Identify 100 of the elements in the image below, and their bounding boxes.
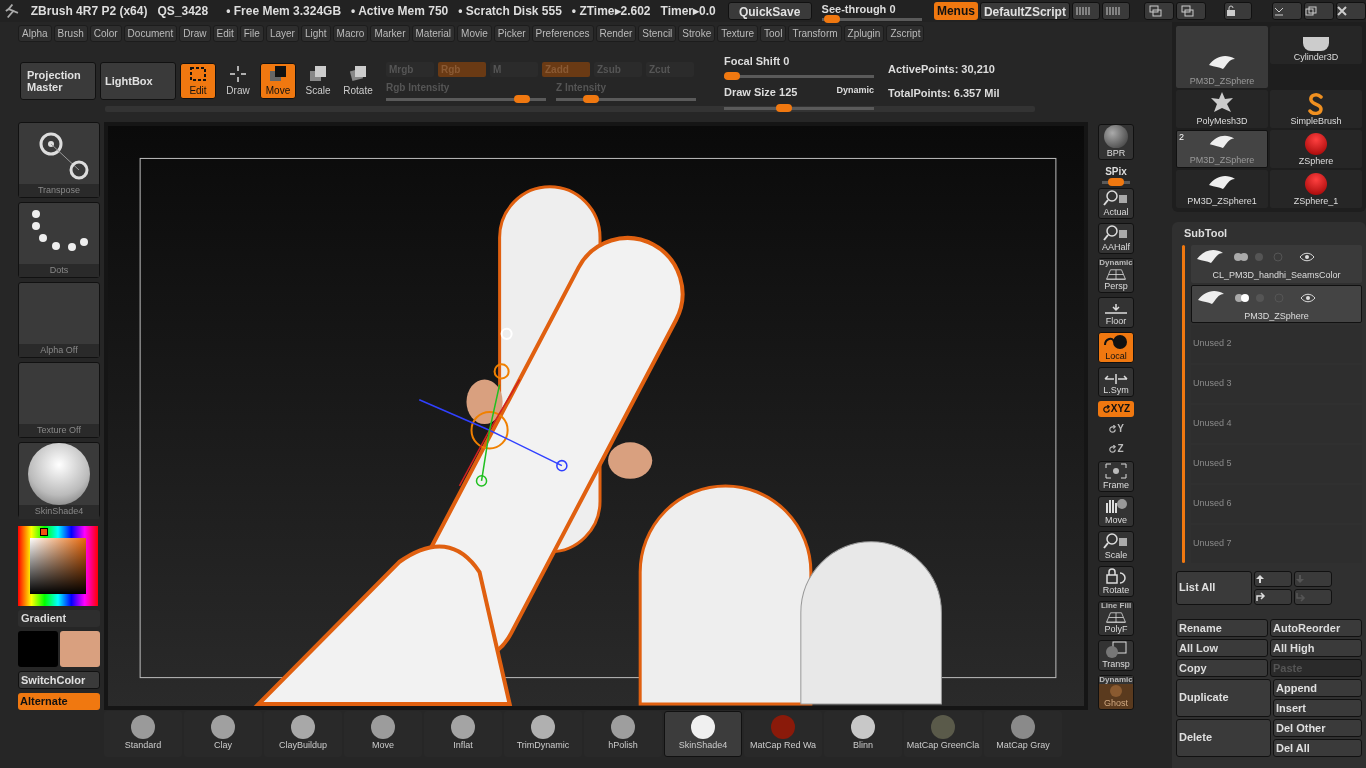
brush-tile[interactable]: SkinShade4 [18,442,100,518]
close-icon[interactable] [1336,2,1366,20]
insert-button[interactable]: Insert [1273,698,1362,717]
delete-button[interactable]: Delete [1176,718,1271,757]
subtool-button[interactable]: Copy [1176,658,1268,677]
shelf-button[interactable]: Transp [1098,640,1134,671]
brush-tile[interactable]: Alpha Off [18,282,100,358]
main-color-swatch[interactable] [18,630,58,667]
menu-item[interactable]: Edit [212,24,238,42]
del-other-button[interactable]: Del Other [1273,718,1362,737]
mode-button[interactable]: Move [260,63,296,99]
tool-thumbnail[interactable]: SimpleBrush [1270,90,1362,128]
subtool-button[interactable]: AutoReorder [1270,618,1362,637]
append-button[interactable]: Append [1273,678,1362,697]
menu-item[interactable]: Brush [53,24,88,42]
alternate-button[interactable]: Alternate [18,693,100,710]
tool-thumbnail[interactable]: PM3D_ZSphere1 [1176,170,1268,208]
eye-icon[interactable] [1299,251,1315,262]
restore-icon[interactable] [1304,2,1334,20]
subtool-button[interactable]: All Low [1176,638,1268,657]
secondary-color-swatch[interactable] [60,630,100,667]
shelf-button[interactable]: L.Sym [1098,366,1134,397]
menu-item[interactable]: Color [89,24,122,42]
mode-button[interactable]: Scale [300,63,336,99]
shelf-button[interactable]: Scale [1098,531,1134,562]
axis-toggle[interactable]: Z [1106,441,1126,457]
axis-toggle[interactable]: XYZ [1098,401,1134,417]
mode-button[interactable]: Draw [220,63,256,99]
lock-icon[interactable] [1223,2,1252,20]
menu-item[interactable]: Stroke [678,24,716,42]
del-all-button[interactable]: Del All [1273,738,1362,757]
shelf-button[interactable]: Actual [1098,188,1134,219]
menu-item[interactable]: Texture [717,24,759,42]
slider-thumb[interactable] [583,94,599,103]
switch-color-button[interactable]: SwitchColor [18,670,100,689]
shelf-button[interactable]: BPR [1098,124,1134,160]
brush-tile[interactable]: Transpose [18,122,100,198]
shelf-button[interactable]: Local [1098,331,1134,363]
shelf-button[interactable]: Dynamic Ghost [1098,675,1134,710]
layout-icon[interactable] [1143,2,1174,20]
tool-thumbnail[interactable]: 2 PM3D_ZSphere [1176,130,1268,168]
eye-icon[interactable] [1300,292,1316,303]
tool-thumbnail[interactable]: Cylinder3D [1270,26,1362,64]
menu-item[interactable]: Preferences [531,24,594,42]
tool-thumbnail[interactable]: PM3D_ZSphere [1176,26,1268,88]
axis-toggle[interactable]: Y [1106,421,1126,437]
mode-button[interactable]: Rotate [340,63,376,99]
menu-item[interactable]: Zscript [886,24,925,42]
gradient-label[interactable]: Gradient [18,610,100,627]
shelf-button[interactable]: Move [1098,496,1134,527]
menu-item[interactable]: Transform [788,24,842,42]
subtool-item[interactable]: PM3D_ZSphere [1191,284,1362,323]
menu-item[interactable]: Draw [179,24,211,42]
quicksave-button[interactable]: QuickSave [727,2,812,20]
slider-thumb[interactable] [514,94,530,103]
menu-item[interactable]: Document [123,24,178,42]
menu-item[interactable]: Zplugin [843,24,885,42]
menu-item[interactable]: File [239,24,264,42]
menus-button[interactable]: Menus [933,2,978,20]
menu-item[interactable]: Layer [265,24,299,42]
menu-item[interactable]: Render [595,24,637,42]
shelf-button[interactable]: Line Fill PolyF [1098,601,1134,636]
menu-item[interactable]: Light [300,24,331,42]
app-title: ZBrush 4R7 P2 (x64) [30,3,148,20]
duplicate-button[interactable]: Duplicate [1176,678,1271,717]
menu-item[interactable]: Material [411,24,456,42]
list-all-button[interactable]: List All [1176,570,1252,605]
arrow-up-icon[interactable] [1254,570,1292,587]
subtool-item[interactable]: CL_PM3D_handhi_SeamsColor [1191,244,1362,283]
tool-thumbnail[interactable]: ZSphere_1 [1270,170,1362,208]
tool-thumbnail[interactable]: ZSphere [1270,130,1362,168]
menu-item[interactable]: Picker [493,24,530,42]
lightbox-button[interactable]: LightBox [100,62,176,100]
layout-icon[interactable] [1175,2,1206,20]
menu-item[interactable]: Tool [760,24,787,42]
shelf-button[interactable]: AAHalf [1098,223,1134,254]
menu-item[interactable]: Alpha [18,24,52,42]
slider-thumb[interactable] [723,72,740,80]
menu-item[interactable]: Marker [370,24,410,42]
slider-thumb[interactable] [823,15,840,24]
slider-thumb[interactable] [1108,178,1124,186]
brush-tile[interactable]: Dots [18,202,100,278]
shelf-button[interactable]: Floor [1098,297,1134,328]
shelf-button[interactable]: Frame [1098,461,1134,492]
menu-item[interactable]: Macro [332,24,369,42]
tool-thumbnail[interactable]: PolyMesh3D [1176,90,1268,128]
minimize-icon[interactable] [1272,2,1302,20]
script-button[interactable]: DefaultZScript [979,2,1070,20]
projection-master-button[interactable]: Projection Master [20,62,96,100]
menu-item[interactable]: Movie [457,24,492,42]
color-picker[interactable] [18,526,98,606]
subtool-button[interactable]: Rename [1176,618,1268,637]
brush-tile[interactable]: Texture Off [18,362,100,438]
menu-item[interactable]: Stencil [638,24,677,42]
mode-button[interactable]: Edit [180,63,216,99]
slider-thumb[interactable] [776,103,792,112]
shelf-button[interactable]: Dynamic Persp [1098,258,1134,293]
shelf-button[interactable]: Rotate [1098,566,1134,597]
material-button[interactable]: SkinShade4 [664,711,742,757]
subtool-button[interactable]: All High [1270,638,1362,657]
